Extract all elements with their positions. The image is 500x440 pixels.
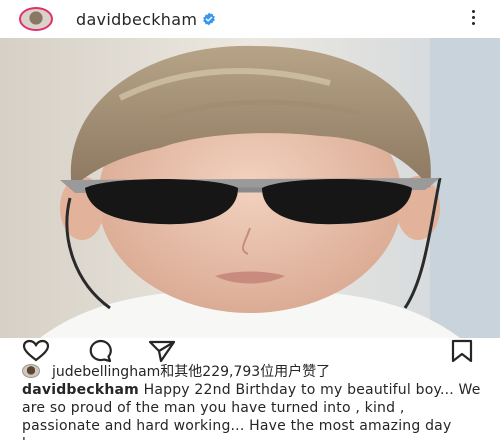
avatar-image (19, 7, 53, 31)
liker-username[interactable]: judebellingham (52, 364, 160, 380)
post-username[interactable]: davidbeckham (76, 10, 197, 29)
liked-by-row: judebellingham和其他229,793位用户赞了 (22, 361, 330, 381)
photo-illustration (0, 38, 500, 338)
verified-badge-icon (203, 12, 216, 26)
caption-username[interactable]: davidbeckham (22, 382, 139, 398)
post-actions (0, 336, 500, 364)
comment-icon[interactable] (85, 339, 113, 363)
share-icon[interactable] (148, 339, 176, 363)
liked-by-count: 和其他229,793位用户赞了 (160, 364, 331, 380)
bookmark-icon[interactable] (448, 339, 476, 363)
liker-avatar[interactable] (22, 364, 40, 378)
post-photo[interactable] (0, 38, 500, 338)
heart-icon[interactable] (22, 339, 50, 363)
more-options-icon[interactable] (470, 10, 476, 28)
liked-by-text[interactable]: judebellingham和其他229,793位用户赞了 (52, 361, 330, 381)
post-caption: davidbeckham Happy 22nd Birthday to my b… (22, 381, 484, 440)
profile-avatar[interactable] (14, 4, 58, 34)
post-header: davidbeckham (0, 0, 500, 38)
